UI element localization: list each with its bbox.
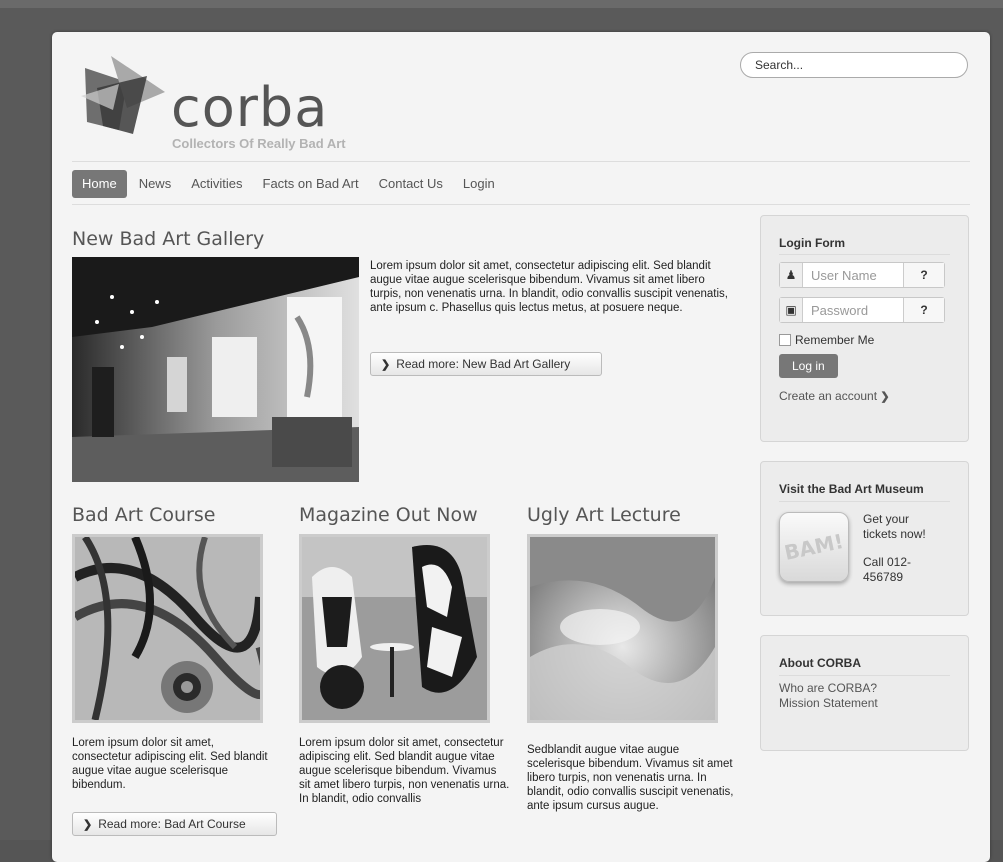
chevron-right-icon: ❯ [381, 358, 391, 371]
nav-facts[interactable]: Facts on Bad Art [255, 170, 367, 198]
help-icon[interactable]: ? [903, 298, 944, 322]
lock-icon: ▣ [780, 298, 803, 322]
museum-module: Visit the Bad Art Museum BAM! Get your t… [760, 461, 969, 616]
article-title-magazine[interactable]: Magazine Out Now [299, 504, 478, 526]
remember-me-label: Remember Me [795, 333, 875, 347]
nav-home[interactable]: Home [72, 170, 127, 198]
password-input[interactable] [803, 298, 903, 322]
read-more-course-button[interactable]: ❯ Read more: Bad Art Course [72, 812, 277, 836]
article-body-course: Lorem ipsum dolor sit amet, consectetur … [72, 737, 268, 791]
featured-title[interactable]: New Bad Art Gallery [72, 228, 264, 250]
login-module: Login Form ♟ ? ▣ ? Remember Me Log in Cr… [760, 215, 969, 442]
museum-divider [779, 501, 950, 502]
password-field: ▣ ? [779, 297, 945, 323]
article-body-lecture: Sedblandit augue vitae augue scelerisque… [527, 744, 734, 812]
main-nav: Home News Activities Facts on Bad Art Co… [72, 170, 507, 198]
username-input[interactable] [803, 263, 903, 287]
username-field: ♟ ? [779, 262, 945, 288]
nav-contact[interactable]: Contact Us [371, 170, 451, 198]
article-title-course[interactable]: Bad Art Course [72, 504, 215, 526]
about-module: About CORBA Who are CORBA? Mission State… [760, 635, 969, 751]
site-tagline: Collectors Of Really Bad Art [172, 136, 346, 151]
logo-mark-icon [81, 56, 165, 134]
featured-body: Lorem ipsum dolor sit amet, consectetur … [370, 260, 728, 314]
nav-login[interactable]: Login [455, 170, 503, 198]
page-top-edge [0, 0, 1003, 8]
login-divider [779, 254, 950, 255]
nav-divider [72, 204, 970, 205]
about-link-mission[interactable]: Mission Statement [779, 696, 878, 711]
museum-title: Visit the Bad Art Museum [779, 482, 924, 496]
read-more-gallery-button[interactable]: ❯ Read more: New Bad Art Gallery [370, 352, 602, 376]
nav-activities[interactable]: Activities [183, 170, 250, 198]
page-background: corba Collectors Of Really Bad Art Home … [0, 0, 1003, 862]
bam-badge-text: BAM! [782, 529, 846, 565]
magazine-image [299, 534, 490, 723]
course-image [72, 534, 263, 723]
site-container: corba Collectors Of Really Bad Art Home … [52, 32, 990, 862]
article-body-magazine: Lorem ipsum dolor sit amet, consectetur … [299, 737, 510, 805]
read-more-course-label: Read more: Bad Art Course [98, 817, 246, 831]
chevron-right-icon: ❯ [83, 818, 93, 831]
tickets-text: Get your tickets now! [863, 512, 926, 541]
gallery-photo [72, 257, 359, 482]
about-title: About CORBA [779, 656, 861, 670]
read-more-gallery-label: Read more: New Bad Art Gallery [396, 357, 571, 371]
search-input[interactable] [740, 52, 968, 78]
chevron-right-icon: ❯ [880, 391, 890, 403]
login-title: Login Form [779, 236, 845, 250]
article-title-lecture[interactable]: Ugly Art Lecture [527, 504, 681, 526]
help-icon[interactable]: ? [903, 263, 944, 287]
user-icon: ♟ [780, 263, 803, 287]
header-divider [72, 161, 970, 162]
about-link-who[interactable]: Who are CORBA? [779, 681, 877, 696]
lecture-image [527, 534, 718, 723]
create-account-label: Create an account [779, 389, 878, 403]
checkbox-box[interactable] [779, 334, 791, 346]
bam-badge[interactable]: BAM! [779, 512, 849, 582]
remember-me-checkbox[interactable]: Remember Me [779, 333, 874, 347]
phone-text: Call 012-456789 [863, 555, 912, 584]
create-account-link[interactable]: Create an account ❯ [779, 389, 890, 403]
about-divider [779, 675, 950, 676]
logo-text: corba [171, 76, 329, 139]
nav-news[interactable]: News [131, 170, 180, 198]
login-button[interactable]: Log in [779, 354, 838, 378]
